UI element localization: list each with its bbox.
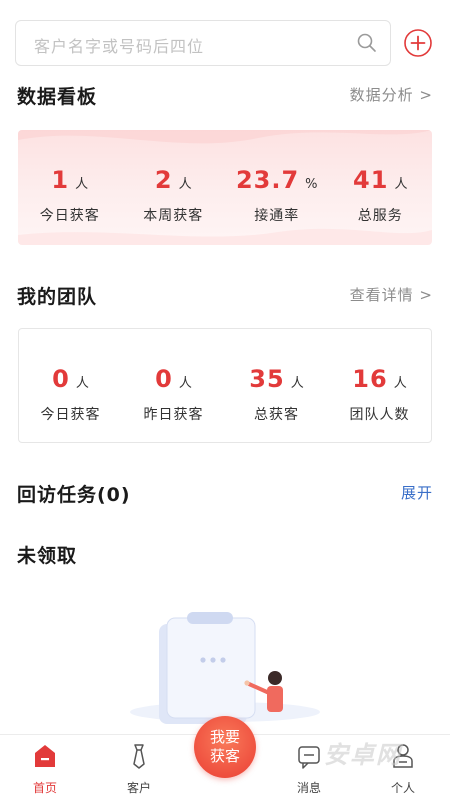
team-stat-total[interactable]: 35 人 总获客 [225,329,328,442]
team-stat-members[interactable]: 16 人 团队人数 [328,329,431,442]
dashboard-header: 数据看板 数据分析 > [17,82,433,112]
team-stat-today[interactable]: 0人 今日获客 [19,329,122,442]
search-row: 客户名字或号码后四位 [15,20,435,66]
stat-label: 本周获客 [143,208,204,224]
tab-home[interactable]: 首页 [10,735,80,800]
stat-label: 昨日获客 [143,407,204,423]
home-icon [35,745,55,767]
center-button-line1: 我要 [209,728,240,746]
team-stats: 0人 今日获客 0人 昨日获客 35 人 总获客 16 人 团队人数 [19,329,431,442]
search-placeholder: 客户名字或号码后四位 [34,37,205,56]
watermark-text: 安卓网 [324,741,402,769]
followup-header: 回访任务(0) 展开 [17,480,433,510]
search-icon[interactable] [356,32,378,54]
center-button-line2: 获客 [209,747,240,765]
tie-icon [133,744,145,769]
followup-title: 回访任务(0) [17,484,131,506]
stat-unit: 人 [290,376,304,391]
stat-label: 今日获客 [39,208,100,224]
tab-label: 消息 [296,781,321,795]
stat-value: 0 [155,365,173,393]
stat-unit: 人 [178,177,192,192]
dashboard-card: 1人 今日获客 2人 本周获客 23.7% 接通率 41 人 总服务 [18,130,432,245]
stat-label: 团队人数 [349,407,410,423]
stat-today-acquired[interactable]: 1人 今日获客 [18,130,122,245]
dashboard-stats: 1人 今日获客 2人 本周获客 23.7% 接通率 41 人 总服务 [18,130,432,245]
expand-link[interactable]: 展开 [401,482,433,503]
stat-unit: 人 [394,177,408,192]
team-header: 我的团队 查看详情 > [17,282,433,312]
stat-label: 今日获客 [40,407,101,423]
stat-unit: 人 [75,376,89,391]
data-analysis-link[interactable]: 数据分析 > [350,84,433,105]
stat-unit: % [305,177,318,192]
tab-label: 首页 [32,781,57,795]
empty-state-illustration [130,612,320,724]
add-customer-button[interactable] [403,28,433,58]
tab-customers[interactable]: 客户 [104,735,174,800]
stat-unit: 人 [178,376,192,391]
stat-unit: 人 [393,376,407,391]
stat-label: 接通率 [254,208,300,224]
stat-value: 2 [154,166,173,194]
stat-connect-rate[interactable]: 23.7% 接通率 [225,130,329,245]
team-card: 0人 今日获客 0人 昨日获客 35 人 总获客 16 人 团队人数 [18,328,432,443]
stat-value: 16 [352,365,388,393]
stat-label: 总获客 [254,407,299,423]
stat-unit: 人 [75,177,89,192]
unclaimed-title: 未领取 [17,545,78,567]
watermark-logo: 安卓网 [316,733,434,773]
stat-total-served[interactable]: 41 人 总服务 [329,130,433,245]
tab-label: 个人 [390,781,415,795]
stat-value: 35 [249,365,285,393]
stat-week-acquired[interactable]: 2人 本周获客 [122,130,226,245]
unclaimed-header: 未领取 [17,541,433,571]
stat-value: 23.7 [235,166,300,194]
stat-label: 总服务 [357,208,403,224]
dashboard-title: 数据看板 [17,86,98,108]
view-details-link[interactable]: 查看详情 > [350,284,433,305]
stat-value: 1 [51,166,70,194]
stat-value: 0 [52,365,70,393]
team-title: 我的团队 [17,286,98,308]
search-input[interactable]: 客户名字或号码后四位 [15,20,391,66]
acquire-customers-button[interactable]: 我要 获客 [194,716,256,778]
team-stat-yesterday[interactable]: 0人 昨日获客 [122,329,225,442]
tab-label: 客户 [126,781,151,795]
stat-value: 41 [353,166,389,194]
